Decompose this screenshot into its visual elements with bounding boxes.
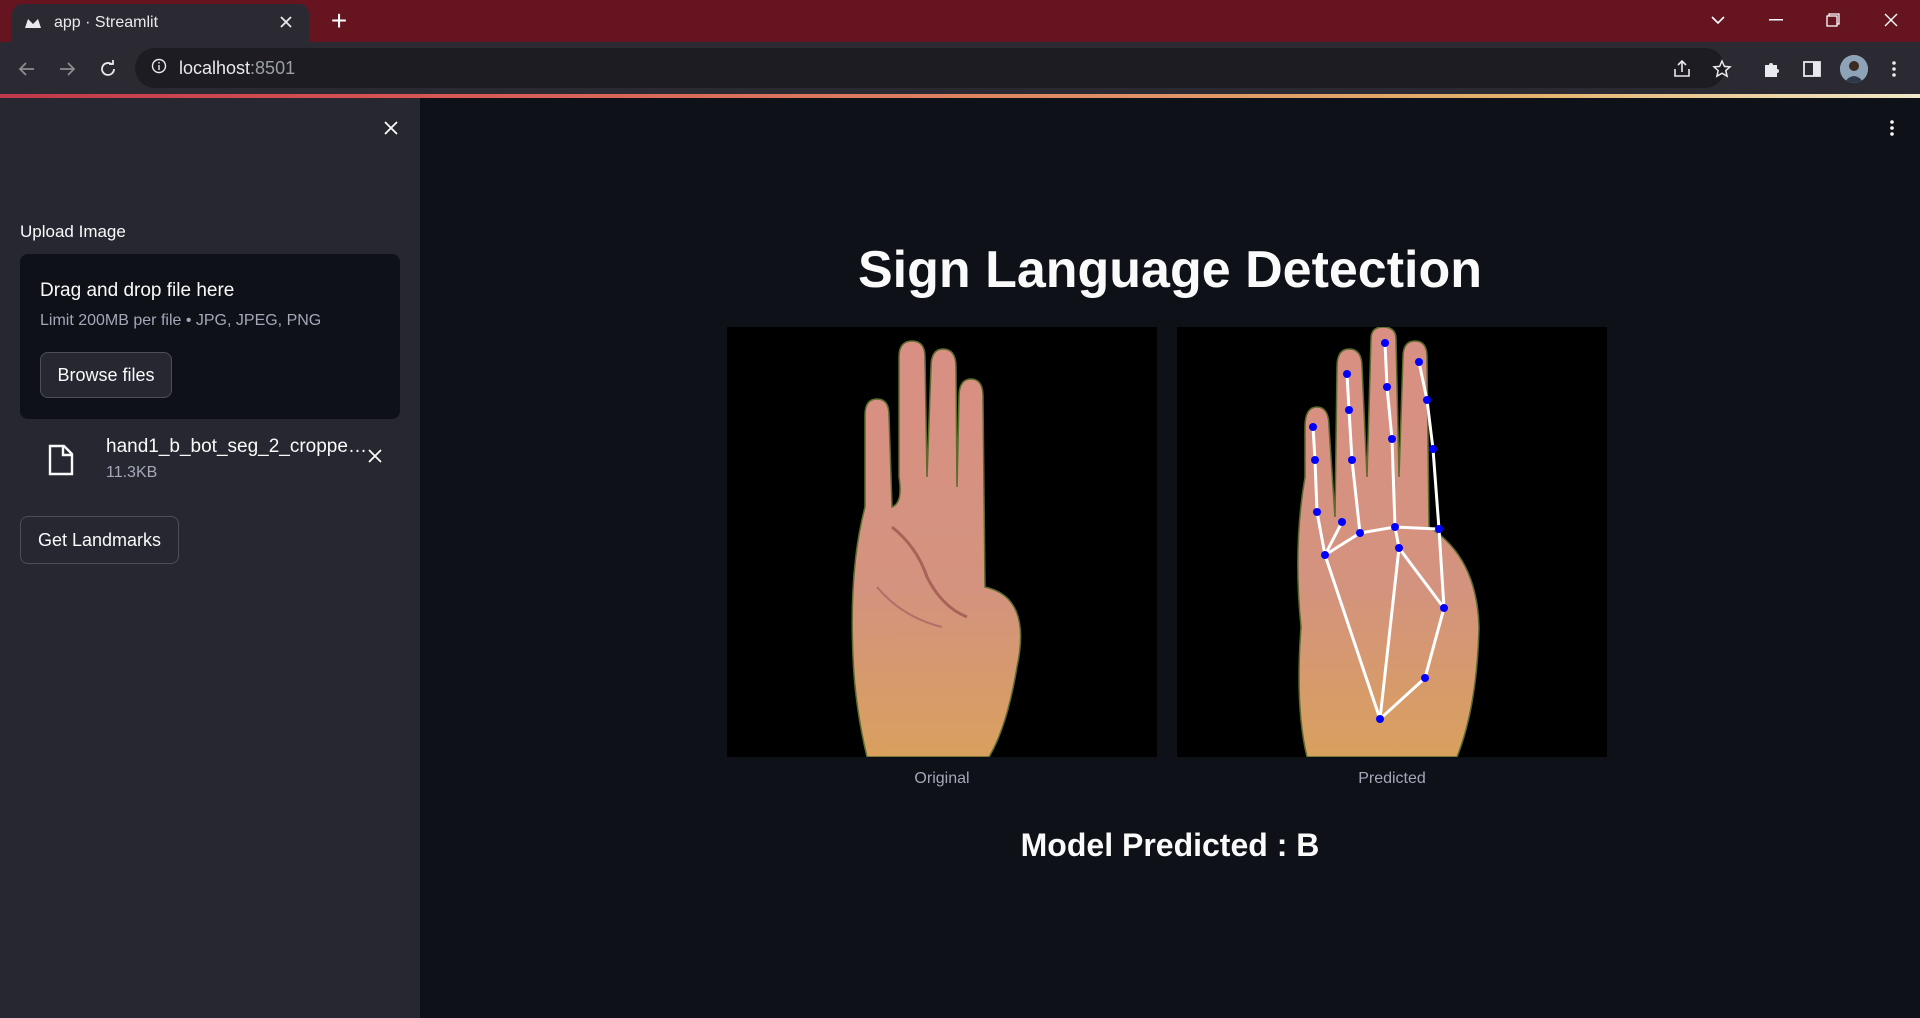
browser-menu-icon[interactable] <box>1880 55 1908 83</box>
back-arrow-icon[interactable] <box>13 55 41 83</box>
page-title: Sign Language Detection <box>857 241 1483 299</box>
window-close-icon[interactable] <box>1873 6 1909 34</box>
file-icon <box>48 444 74 476</box>
get-landmarks-button[interactable]: Get Landmarks <box>20 516 179 564</box>
browser-titlebar: app · Streamlit + <box>0 0 1920 42</box>
streamlit-favicon <box>24 14 42 32</box>
dropzone-limit: Limit 200MB per file • JPG, JPEG, PNG <box>40 312 322 329</box>
address-toolbar: localhost:8501 <box>0 42 1920 96</box>
tab-search-icon[interactable] <box>1700 6 1736 34</box>
site-info-icon[interactable] <box>151 58 167 79</box>
remove-file-icon[interactable] <box>363 444 387 468</box>
predicted-caption: Predicted <box>1358 770 1426 787</box>
tab-title: app · Streamlit <box>54 14 159 31</box>
side-panel-icon[interactable] <box>1798 55 1826 83</box>
sidebar: Upload Image Drag and drop file here Lim… <box>0 98 420 1018</box>
forward-arrow-icon[interactable] <box>53 55 81 83</box>
original-hand-image <box>727 327 1157 758</box>
file-size: 11.3KB <box>106 464 158 481</box>
reload-icon[interactable] <box>94 55 122 83</box>
original-caption: Original <box>914 770 970 787</box>
file-dropzone[interactable]: Drag and drop file here Limit 200MB per … <box>20 254 400 419</box>
uploaded-file: hand1_b_bot_seg_2_cropped.jpeg 11.3KB <box>20 434 400 494</box>
file-name: hand1_b_bot_seg_2_cropped.jpeg <box>106 436 374 457</box>
upload-label: Upload Image <box>20 222 126 241</box>
minimize-icon[interactable] <box>1758 6 1794 34</box>
predicted-hand-image <box>1177 326 1607 758</box>
restore-icon[interactable] <box>1815 6 1851 34</box>
app-menu-icon[interactable] <box>1880 116 1904 140</box>
browser-tab[interactable]: app · Streamlit <box>12 4 309 42</box>
sidebar-close-icon[interactable] <box>378 115 404 141</box>
url-input[interactable]: localhost:8501 <box>135 48 1725 88</box>
dropzone-title: Drag and drop file here <box>40 280 235 301</box>
extension-icon[interactable] <box>1758 55 1786 83</box>
browse-files-button[interactable]: Browse files <box>40 352 172 398</box>
star-icon[interactable] <box>1708 55 1736 83</box>
url-port: :8501 <box>250 57 296 78</box>
tab-close-icon[interactable] <box>275 12 297 34</box>
new-tab-button[interactable]: + <box>325 7 353 36</box>
url-host: localhost <box>179 57 251 78</box>
prediction-result: Model Predicted : B <box>1020 827 1320 863</box>
profile-avatar[interactable] <box>1840 55 1868 83</box>
share-icon[interactable] <box>1668 55 1696 83</box>
